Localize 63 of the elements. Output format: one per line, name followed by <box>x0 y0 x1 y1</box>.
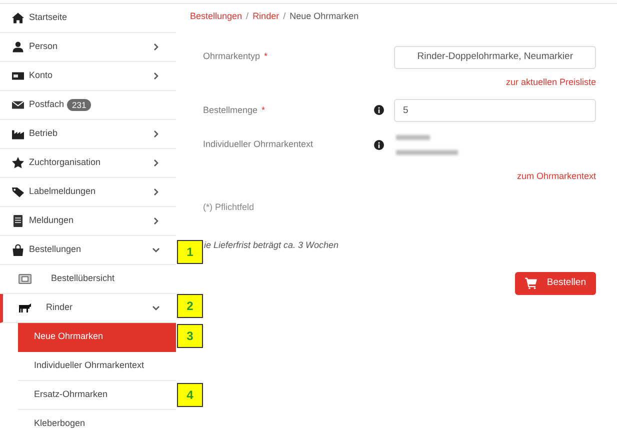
cow-icon <box>18 302 32 314</box>
quantity-field[interactable]: 5 <box>394 99 596 122</box>
order-button[interactable]: Bestellen <box>514 272 596 294</box>
sidebar-item[interactable]: Individueller Ohrmarkentext <box>18 352 176 381</box>
sidebar-item[interactable]: Bestellungen <box>0 236 176 265</box>
document-icon <box>12 215 24 227</box>
card-icon <box>12 70 24 82</box>
person-icon <box>12 41 24 53</box>
sidebar-item[interactable]: Labelmeldungen <box>0 178 176 207</box>
sidebar-item[interactable]: Zuchtorganisation <box>0 149 176 178</box>
sidebar-item[interactable]: Person <box>0 33 176 62</box>
menu-label: Konto <box>29 69 53 82</box>
tag-icon <box>12 186 24 198</box>
link[interactable]: zur aktuellen Preisliste <box>506 76 596 89</box>
star-icon <box>12 157 24 169</box>
count-badge: 231 <box>67 99 92 111</box>
menu-label: Person <box>29 40 58 54</box>
required-mark: * <box>264 50 268 64</box>
menu-label: Ersatz-Ohrmarken <box>34 388 108 402</box>
factory-icon <box>12 128 24 140</box>
menu-label: Kleberbogen <box>34 417 86 430</box>
menu-label: Startseite <box>29 11 68 24</box>
sidebar-item[interactable]: Neue Ohrmarken <box>18 323 176 352</box>
sidebar-item[interactable]: Postfach 231 <box>0 91 176 120</box>
home-icon <box>12 12 24 24</box>
sidebar-item[interactable]: Kleberbogen <box>18 410 176 434</box>
callout-marker: 3 <box>177 324 203 348</box>
field-label: Ohrmarkentyp <box>203 50 260 64</box>
menu-label: Meldungen <box>29 214 74 228</box>
field-label: Bestellmenge <box>203 104 258 117</box>
link[interactable]: zum Ohrmarkentext <box>516 170 596 184</box>
field-label: Individueller Ohrmarkentext <box>203 138 314 152</box>
sidebar-item[interactable]: Meldungen <box>0 207 176 236</box>
sidebar-item[interactable]: Ersatz-Ohrmarken <box>18 381 176 410</box>
delivery-note: ie Lieferfrist beträgt ca. 3 Wochen <box>204 239 340 252</box>
menu-label: Labelmeldungen <box>29 185 96 198</box>
bag-icon <box>12 244 24 256</box>
cart-icon <box>524 277 537 289</box>
callout-marker: 4 <box>177 383 203 407</box>
list-icon <box>18 273 32 285</box>
breadcrumb-separator: / <box>283 10 286 23</box>
sidebar-item[interactable]: Bestellübersicht <box>0 265 176 294</box>
menu-label: Betrieb <box>29 127 58 140</box>
type-select[interactable]: Rinder-Doppelohrmarke, Neumarkier <box>394 46 596 68</box>
sidebar-item[interactable]: Konto <box>0 62 176 91</box>
breadcrumb-link[interactable]: Bestellungen <box>190 10 242 24</box>
callout-marker: 2 <box>177 294 203 318</box>
menu-label: Individueller Ohrmarkentext <box>34 359 144 372</box>
sidebar-item[interactable]: Betrieb <box>0 120 176 149</box>
menu-label: Bestellungen <box>29 243 82 256</box>
menu-label: Rinder <box>46 301 73 314</box>
menu-label: Zuchtorganisation <box>29 156 101 170</box>
required-mark: * <box>262 104 266 117</box>
callout-marker: 1 <box>177 240 203 264</box>
sidebar-item[interactable]: Startseite <box>0 4 176 33</box>
menu-label: Postfach <box>29 98 64 112</box>
breadcrumb-separator: / <box>246 10 249 23</box>
breadcrumb-link[interactable]: Rinder <box>252 10 280 24</box>
envelope-icon <box>12 99 24 111</box>
menu-label: Neue Ohrmarken <box>34 330 104 344</box>
breadcrumb-current: Neue Ohrmarken <box>290 10 359 23</box>
required-note: (*) Pflichtfeld <box>203 200 256 214</box>
menu-label: Bestellübersicht <box>51 272 115 286</box>
